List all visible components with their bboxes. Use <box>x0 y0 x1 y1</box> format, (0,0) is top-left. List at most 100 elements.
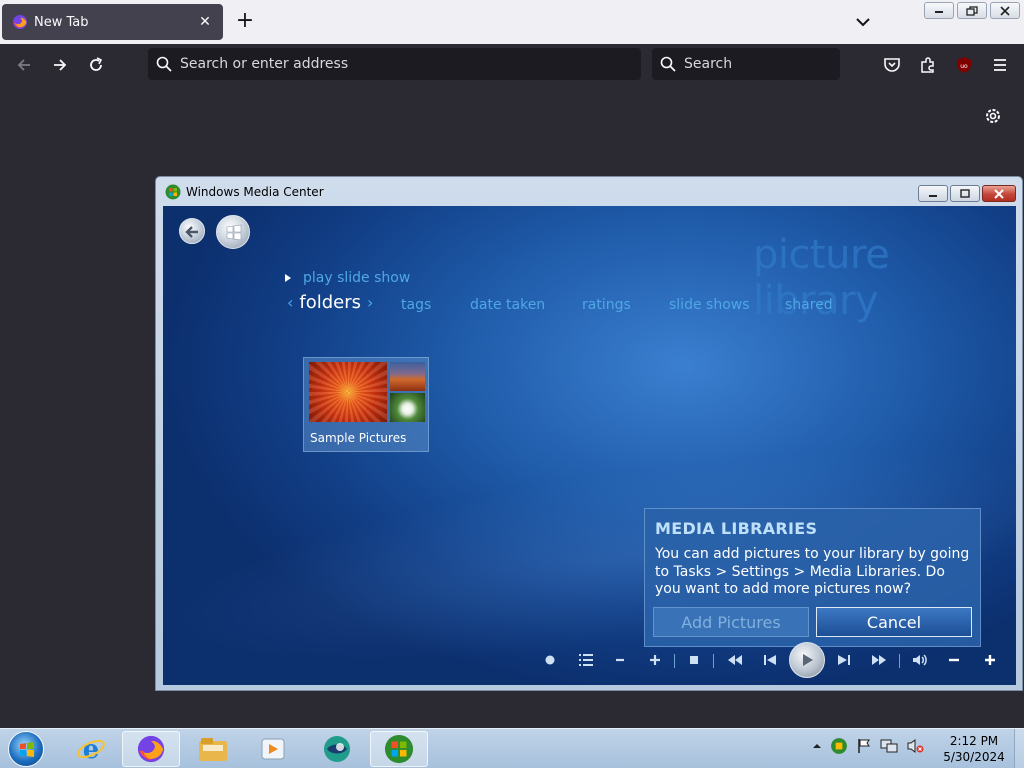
menu-item-ratings[interactable]: ratings <box>582 297 631 313</box>
ublock-button[interactable]: uo <box>953 54 975 76</box>
taskbar-clock[interactable]: 2:12 PM 5/30/2024 <box>934 733 1014 765</box>
taskbar-media-center[interactable] <box>370 731 428 767</box>
network-icon[interactable] <box>880 738 898 754</box>
stop-button[interactable] <box>687 652 701 668</box>
address-input[interactable] <box>180 56 610 72</box>
guide-button[interactable] <box>577 652 595 668</box>
channel-down-button[interactable] <box>613 652 627 668</box>
plus-icon <box>650 655 660 665</box>
show-desktop-button[interactable] <box>1014 729 1024 768</box>
taskbar-internet-explorer[interactable]: e <box>62 731 120 767</box>
menu-item-shared[interactable]: shared <box>785 297 833 313</box>
extensions-button[interactable] <box>917 54 939 76</box>
close-tab-icon[interactable]: ✕ <box>197 14 213 30</box>
restore-button[interactable] <box>957 2 987 19</box>
chevron-left-icon[interactable]: ‹ <box>287 293 293 312</box>
media-center-content: picture library play slide show ‹ folder… <box>163 206 1016 685</box>
arrow-right-icon <box>54 59 67 71</box>
minus-icon <box>616 658 624 662</box>
media-center-tray-icon[interactable] <box>830 737 848 755</box>
fast-forward-button[interactable] <box>869 652 889 668</box>
record-button[interactable] <box>543 652 557 668</box>
play-slide-show-link[interactable]: play slide show <box>285 270 410 286</box>
chevron-down-icon[interactable] <box>852 12 874 32</box>
menu-item-slide-shows[interactable]: slide shows <box>669 297 750 313</box>
skip-back-button[interactable] <box>761 652 779 668</box>
skip-forward-button[interactable] <box>835 652 853 668</box>
volume-down-button[interactable] <box>947 652 961 668</box>
pocket-icon <box>884 58 900 72</box>
transport-separator <box>899 654 900 668</box>
skip-forward-icon <box>838 655 850 665</box>
maximize-icon <box>960 188 970 198</box>
svg-text:uo: uo <box>960 63 968 70</box>
menu-item-date-taken[interactable]: date taken <box>470 297 545 313</box>
stop-icon <box>690 656 698 664</box>
back-orb-button[interactable] <box>179 218 205 244</box>
tab-new-tab[interactable]: New Tab ✕ <box>2 4 223 40</box>
home-orb-button[interactable] <box>216 215 250 249</box>
media-center-logo-icon <box>165 184 181 200</box>
gear-icon[interactable] <box>982 105 1004 127</box>
folder-icon <box>199 738 227 761</box>
menu-button[interactable] <box>989 54 1011 76</box>
plus-icon <box>985 655 995 665</box>
reload-button[interactable] <box>85 54 107 76</box>
search-icon <box>156 56 172 72</box>
media-center-titlebar[interactable]: Windows Media Center <box>156 177 1022 207</box>
browser-tab-bar: New Tab ✕ + <box>0 0 1024 44</box>
volume-muted-icon[interactable] <box>906 738 924 754</box>
system-tray <box>812 737 924 755</box>
pocket-button[interactable] <box>881 54 903 76</box>
mute-button[interactable] <box>910 652 930 668</box>
menu-item-folders[interactable]: ‹ folders › <box>287 292 379 313</box>
wmc-maximize-button[interactable] <box>950 185 980 202</box>
chevron-right-icon[interactable]: › <box>367 293 373 312</box>
new-tab-button[interactable]: + <box>234 10 256 34</box>
channel-up-button[interactable] <box>648 652 662 668</box>
search-icon <box>660 56 676 72</box>
dialog-title: MEDIA LIBRARIES <box>655 519 818 538</box>
play-triangle-icon <box>285 274 291 282</box>
rewind-button[interactable] <box>725 652 745 668</box>
media-player-icon <box>261 738 285 760</box>
back-button[interactable] <box>13 54 35 76</box>
minimize-button[interactable] <box>924 2 954 19</box>
taskbar-app[interactable] <box>308 731 366 767</box>
add-pictures-button[interactable]: Add Pictures <box>653 607 809 637</box>
firefox-icon <box>13 15 27 29</box>
forward-button[interactable] <box>49 54 71 76</box>
close-icon <box>1000 5 1010 16</box>
start-button[interactable] <box>8 731 44 767</box>
app-globe-icon <box>324 736 350 762</box>
rewind-icon <box>728 655 742 665</box>
action-center-flag-icon[interactable] <box>856 738 872 754</box>
svg-text:e: e <box>83 735 100 764</box>
fast-forward-icon <box>872 655 886 665</box>
close-window-button[interactable] <box>990 2 1020 19</box>
search-bar[interactable] <box>652 48 840 80</box>
media-center-window-controls <box>918 185 1016 202</box>
hamburger-menu-icon <box>994 59 1006 71</box>
play-button[interactable] <box>789 642 825 678</box>
reload-icon <box>90 57 103 71</box>
taskbar-file-explorer[interactable] <box>184 731 242 767</box>
menu-item-tags[interactable]: tags <box>401 297 431 313</box>
play-slide-show-label: play slide show <box>303 270 411 286</box>
wmc-minimize-button[interactable] <box>918 185 948 202</box>
cancel-button[interactable]: Cancel <box>816 607 972 637</box>
show-hidden-icons-icon[interactable] <box>812 741 822 751</box>
folder-tile-sample-pictures[interactable]: Sample Pictures <box>303 357 429 452</box>
folder-label: Sample Pictures <box>310 431 407 445</box>
taskbar-media-player[interactable] <box>244 731 302 767</box>
taskbar: e 2:12 PM 5/30/2024 <box>0 728 1024 768</box>
wmc-close-button[interactable] <box>982 185 1016 202</box>
minus-icon <box>949 658 959 662</box>
thumbnail-desert-image <box>390 362 425 391</box>
minimize-icon <box>935 10 943 13</box>
address-bar[interactable] <box>148 48 641 80</box>
search-input[interactable] <box>684 56 824 72</box>
volume-up-button[interactable] <box>983 652 997 668</box>
taskbar-firefox[interactable] <box>122 731 180 767</box>
close-icon <box>994 188 1004 199</box>
